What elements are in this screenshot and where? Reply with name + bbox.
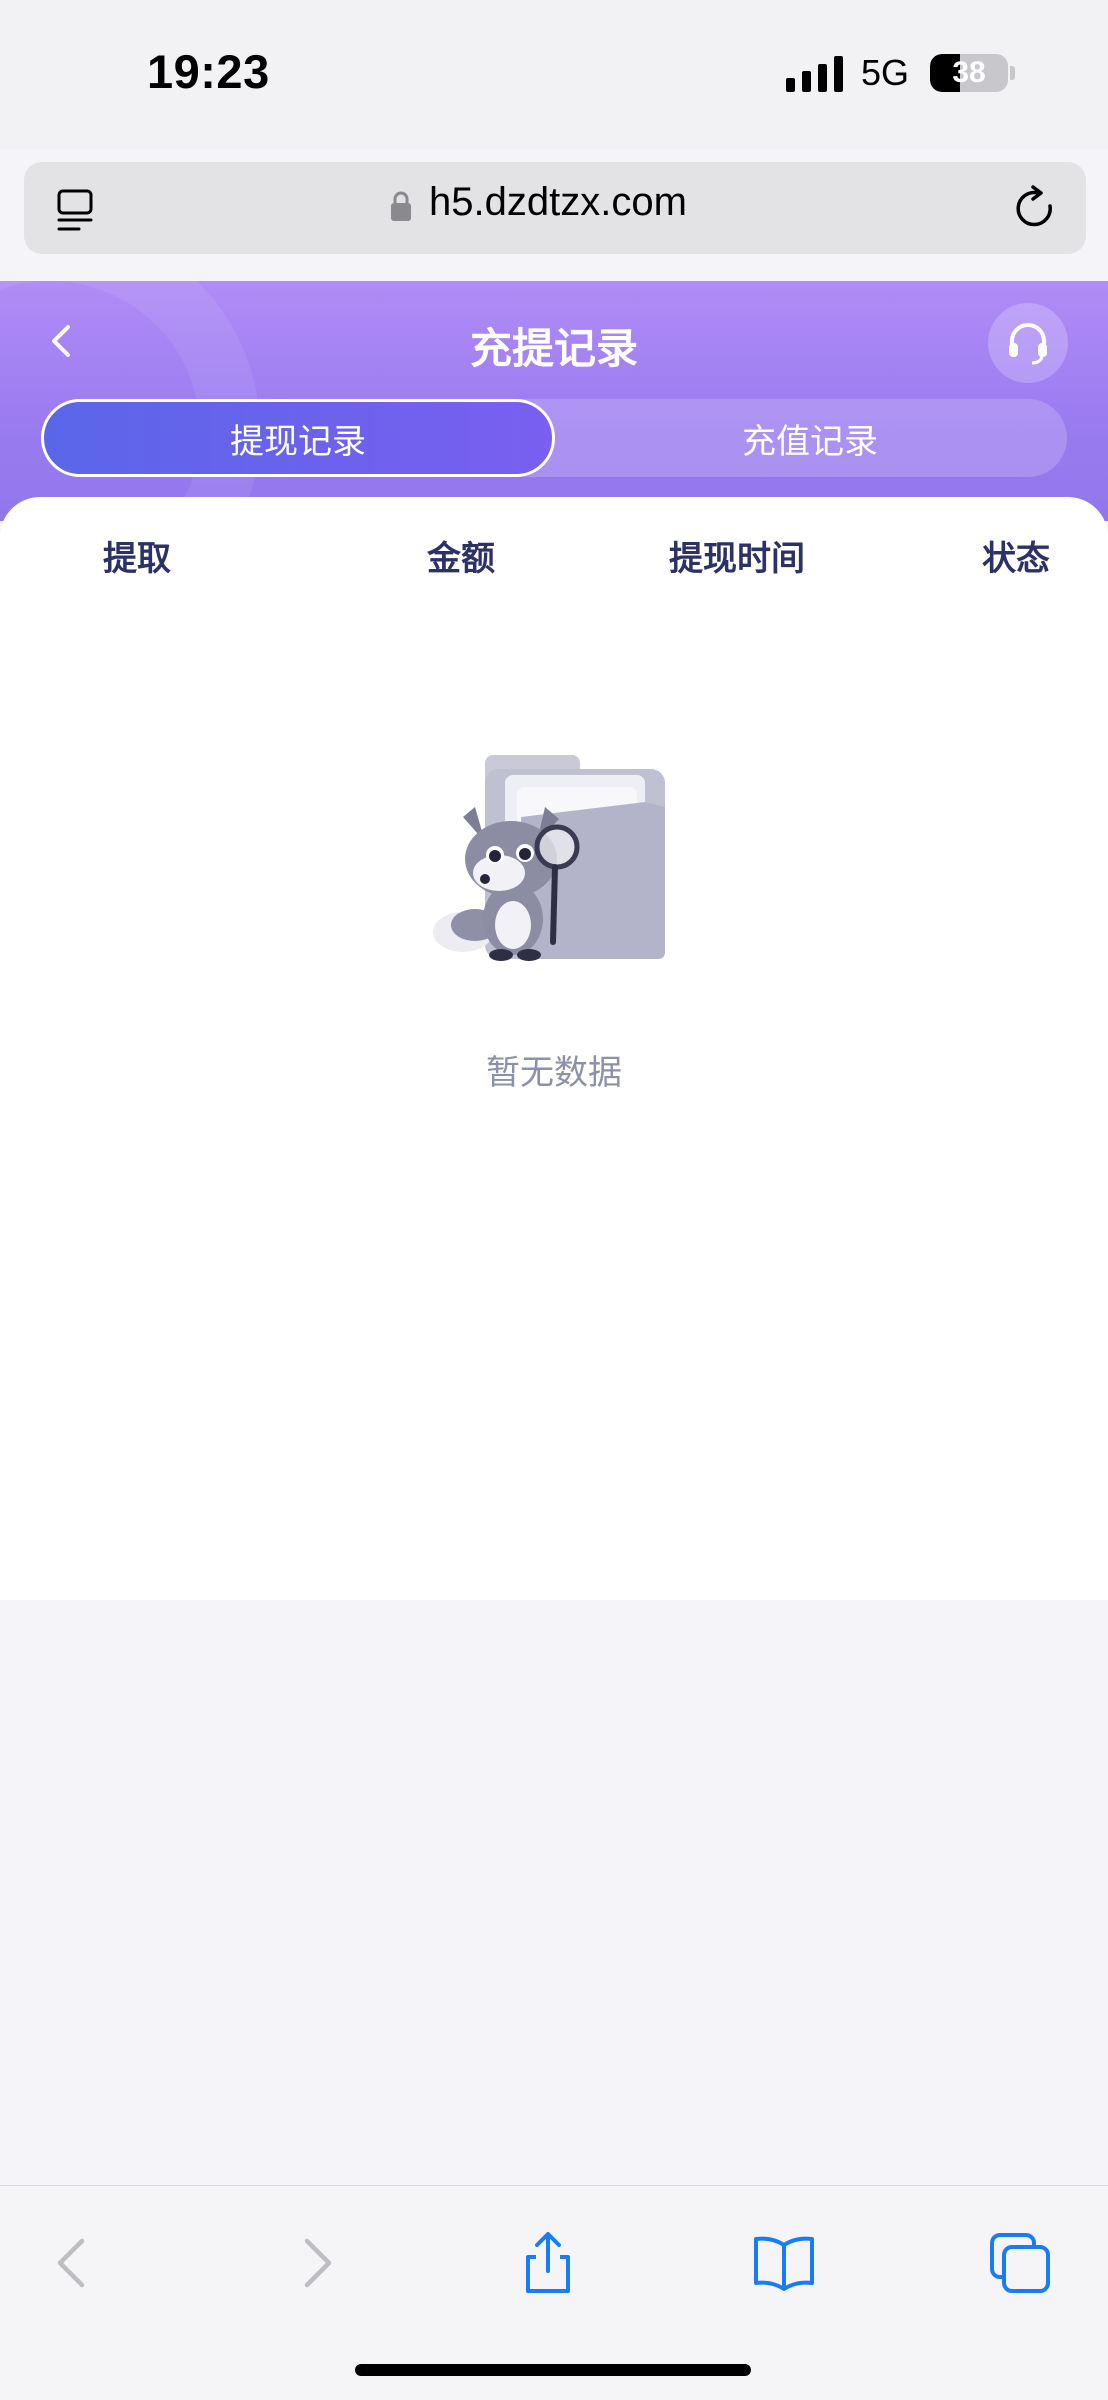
- url-text[interactable]: h5.dzdtzx.com: [429, 180, 687, 225]
- empty-state-message: 暂无数据: [486, 1053, 622, 1093]
- battery-cap: [1010, 66, 1015, 80]
- column-header-withdraw: 提取: [103, 539, 171, 579]
- empty-folder-fox-illustration: [433, 755, 665, 961]
- tabs-icon[interactable]: [988, 2231, 1052, 2295]
- status-bar: 19:23 5G 38 h5.dzdtzx.com: [0, 0, 1108, 254]
- customer-support-button[interactable]: [988, 303, 1068, 383]
- tab-withdraw-records[interactable]: 提现记录: [41, 399, 555, 477]
- cellular-signal-icon: [786, 56, 843, 92]
- page-title: 充提记录: [469, 324, 638, 373]
- column-header-amount: 金额: [427, 539, 495, 579]
- reader-mode-icon[interactable]: [55, 188, 95, 234]
- address-bar[interactable]: h5.dzdtzx.com: [24, 162, 1086, 254]
- home-indicator: [355, 2364, 751, 2376]
- headset-icon: [1009, 323, 1047, 365]
- battery-level: 38: [952, 56, 986, 89]
- page-header: 充提记录 提现记录 充值记录: [0, 281, 1108, 521]
- tab-deposit-records[interactable]: 充值记录: [553, 399, 1067, 477]
- reload-icon[interactable]: [1014, 184, 1058, 232]
- column-header-time: 提现时间: [669, 539, 805, 579]
- bookmarks-icon[interactable]: [752, 2231, 816, 2295]
- records-card: 提取 金额 提现时间 状态 暂无数据: [0, 497, 1108, 1600]
- battery-icon: 38: [930, 54, 1008, 92]
- network-type: 5G: [861, 52, 910, 93]
- status-time: 19:23: [147, 45, 270, 98]
- share-icon[interactable]: [516, 2231, 580, 2295]
- column-header-status: 状态: [982, 539, 1050, 579]
- back-arrow-icon[interactable]: [42, 2231, 106, 2295]
- lock-icon: [391, 191, 411, 221]
- record-tabs: 提现记录 充值记录: [41, 399, 1067, 477]
- forward-arrow-icon[interactable]: [283, 2231, 347, 2295]
